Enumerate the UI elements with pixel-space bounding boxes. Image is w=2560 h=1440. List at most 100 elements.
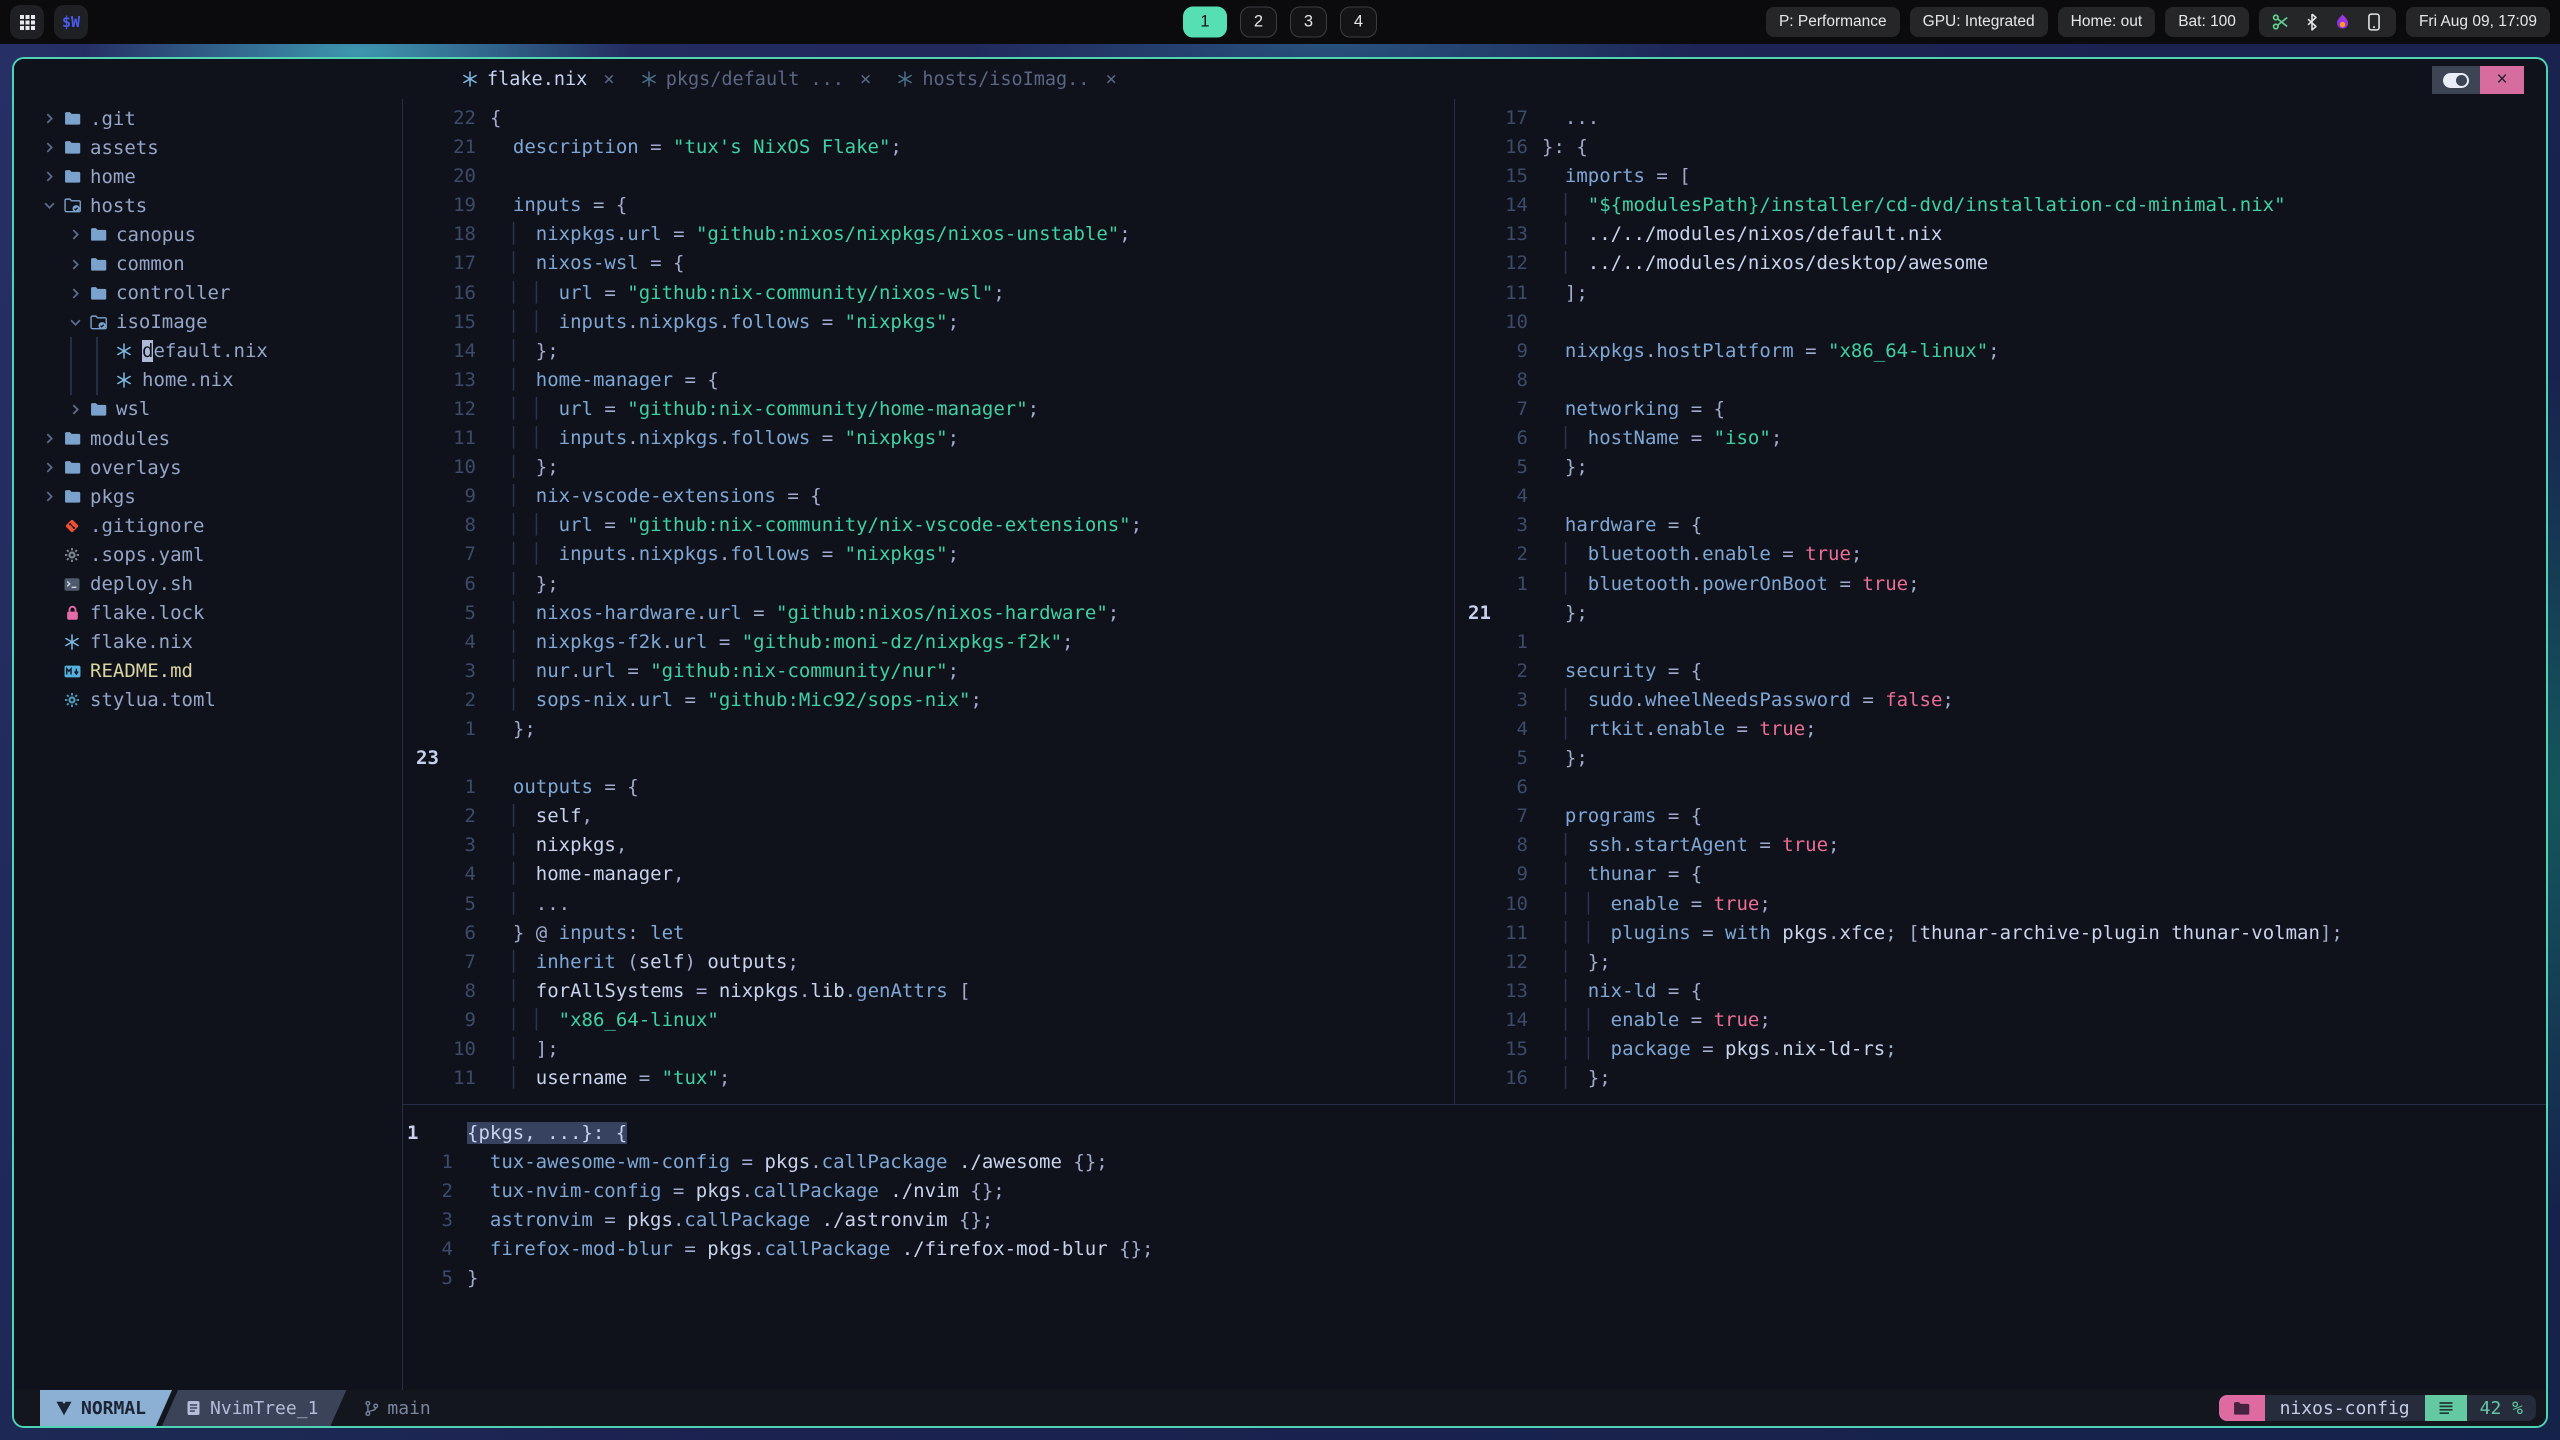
window-separator-vertical-tree[interactable] xyxy=(402,99,403,1394)
window-close-button[interactable]: × xyxy=(2480,66,2524,94)
code-line[interactable]: 9 nixpkgs.hostPlatform = "x86_64-linux"; xyxy=(1455,337,2546,366)
tree-item-default-nix[interactable]: default.nix xyxy=(14,336,402,366)
tree-item-stylua-toml[interactable]: stylua.toml xyxy=(14,686,402,715)
code-line[interactable]: 5 }; xyxy=(1455,453,2546,482)
workspace-button-2[interactable]: 2 xyxy=(1240,6,1277,38)
code-line[interactable]: 5 ▏ ... xyxy=(403,890,1454,919)
code-line[interactable]: 13 ▏ ../../modules/nixos/default.nix xyxy=(1455,220,2546,249)
code-line[interactable]: 15 imports = [ xyxy=(1455,162,2546,191)
code-line[interactable]: 15 ▏ ▏ package = pkgs.nix-ld-rs; xyxy=(1455,1035,2546,1064)
window-separator-vertical-panes[interactable] xyxy=(1454,99,1455,1105)
code-line[interactable]: 11 ▏ username = "tux"; xyxy=(403,1064,1454,1093)
code-line[interactable]: 1 ▏ bluetooth.powerOnBoot = true; xyxy=(1455,570,2546,599)
tree-item-assets[interactable]: assets xyxy=(14,133,402,162)
tree-item-pkgs[interactable]: pkgs xyxy=(14,482,402,511)
code-line[interactable]: 3 ▏ nixpkgs, xyxy=(403,831,1454,860)
code-line[interactable]: 7 networking = { xyxy=(1455,395,2546,424)
code-line[interactable]: 3 astronvim = pkgs.callPackage ./astronv… xyxy=(403,1206,2546,1235)
code-line[interactable]: 16}: { xyxy=(1455,133,2546,162)
workspace-button-1[interactable]: 1 xyxy=(1183,6,1227,38)
code-line[interactable]: 12 ▏ }; xyxy=(1455,948,2546,977)
scissors-icon[interactable] xyxy=(2272,13,2290,31)
app-launcher-button[interactable] xyxy=(10,5,44,39)
tree-item--sops-yaml[interactable]: .sops.yaml xyxy=(14,540,402,569)
code-line[interactable]: 1 outputs = { xyxy=(403,773,1454,802)
tree-item-controller[interactable]: controller xyxy=(14,279,402,308)
tree-item-hosts[interactable]: hosts xyxy=(14,191,402,220)
tree-item-flake-nix[interactable]: flake.nix xyxy=(14,628,402,657)
tree-item-overlays[interactable]: overlays xyxy=(14,453,402,482)
code-line[interactable]: 7 programs = { xyxy=(1455,802,2546,831)
code-line[interactable]: 10 ▏ ]; xyxy=(403,1035,1454,1064)
code-line[interactable]: 2 ▏ sops-nix.url = "github:Mic92/sops-ni… xyxy=(403,686,1454,715)
tree-item-flake-lock[interactable]: flake.lock xyxy=(14,599,402,628)
editor-pane-isoimage-default-nix[interactable]: 17 ... 16}: {15 imports = [14 ▏ "${module… xyxy=(1455,99,2546,1094)
code-line[interactable]: 14 ▏ ▏ enable = true; xyxy=(1455,1006,2546,1035)
code-line[interactable]: 11 ▏ ▏ plugins = with pkgs.xfce; [thunar… xyxy=(1455,919,2546,948)
code-line[interactable]: 22 { xyxy=(403,104,1454,133)
code-line[interactable]: 8 ▏ ▏ url = "github:nix-community/nix-vs… xyxy=(403,511,1454,540)
tree-item-modules[interactable]: modules xyxy=(14,424,402,453)
code-line[interactable]: 9 ▏ thunar = { xyxy=(1455,860,2546,889)
tab-close-icon[interactable]: × xyxy=(860,68,871,90)
code-line[interactable]: 6 } @ inputs: let xyxy=(403,919,1454,948)
code-line[interactable]: 19 inputs = { xyxy=(403,191,1454,220)
window-toggle-button[interactable] xyxy=(2432,66,2480,94)
code-line[interactable]: 2 tux-nvim-config = pkgs.callPackage ./n… xyxy=(403,1177,2546,1206)
editor-pane-pkgs-default-nix[interactable]: 1 {pkgs, ...}: {1 tux-awesome-wm-config =… xyxy=(403,1105,2546,1394)
editor-pane-flake-nix[interactable]: 22{21 description = "tux's NixOS Flake";… xyxy=(403,99,1454,1094)
code-line[interactable]: 1 xyxy=(1455,628,2546,657)
code-line[interactable]: 6 ▏ }; xyxy=(403,570,1454,599)
code-line[interactable]: 5 }; xyxy=(1455,744,2546,773)
code-line[interactable]: 3 hardware = { xyxy=(1455,511,2546,540)
tree-item-wsl[interactable]: wsl xyxy=(14,395,402,424)
tree-item-isoimage[interactable]: isoImage xyxy=(14,308,402,337)
code-line[interactable]: 5 ▏ nixos-hardware.url = "github:nixos/n… xyxy=(403,599,1454,628)
code-line[interactable]: 9 ▏ nix-vscode-extensions = { xyxy=(403,482,1454,511)
code-line[interactable]: 2 ▏ self, xyxy=(403,802,1454,831)
code-line[interactable]: 10 xyxy=(1455,308,2546,337)
code-line[interactable]: 17 ▏ nixos-wsl = { xyxy=(403,249,1454,278)
code-line[interactable]: 9 ▏ ▏ "x86_64-linux" xyxy=(403,1006,1454,1035)
workspace-button-3[interactable]: 3 xyxy=(1290,6,1327,38)
phone-icon[interactable] xyxy=(2365,13,2383,31)
tree-item-canopus[interactable]: canopus xyxy=(14,220,402,249)
code-line[interactable]: 2 security = { xyxy=(1455,657,2546,686)
code-line[interactable]: 1 {pkgs, ...}: { xyxy=(403,1119,2546,1148)
code-line[interactable]: 3 ▏ nur.url = "github:nix-community/nur"… xyxy=(403,657,1454,686)
code-line[interactable]: 16 ▏ }; xyxy=(1455,1064,2546,1093)
code-line[interactable]: 13 ▏ home-manager = { xyxy=(403,366,1454,395)
status-badge[interactable]: Home: out xyxy=(2057,7,2156,37)
code-line[interactable]: 4 xyxy=(1455,482,2546,511)
code-line[interactable]: 14 ▏ "${modulesPath}/installer/cd-dvd/in… xyxy=(1455,191,2546,220)
status-badge[interactable]: P: Performance xyxy=(1765,7,1900,37)
code-line[interactable]: 10 ▏ ▏ enable = true; xyxy=(1455,890,2546,919)
code-line[interactable]: 20 xyxy=(403,162,1454,191)
buffer-tab[interactable]: flake.nix × xyxy=(462,68,615,90)
code-line[interactable]: 16 ▏ ▏ url = "github:nix-community/nixos… xyxy=(403,279,1454,308)
git-branch-segment[interactable]: main xyxy=(364,1390,431,1426)
tree-item--git[interactable]: .git xyxy=(14,104,402,133)
status-badge[interactable]: GPU: Integrated xyxy=(1909,7,2048,37)
code-line[interactable]: 14 ▏ }; xyxy=(403,337,1454,366)
code-line[interactable]: 6 ▏ hostName = "iso"; xyxy=(1455,424,2546,453)
code-line[interactable]: 6 xyxy=(1455,773,2546,802)
tree-item--gitignore[interactable]: .gitignore xyxy=(14,511,402,540)
code-line[interactable]: 11 ▏ ▏ inputs.nixpkgs.follows = "nixpkgs… xyxy=(403,424,1454,453)
code-line[interactable]: 4 ▏ rtkit.enable = true; xyxy=(1455,715,2546,744)
clock[interactable]: Fri Aug 09, 17:09 xyxy=(2405,7,2550,37)
code-line[interactable]: 18 ▏ nixpkgs.url = "github:nixos/nixpkgs… xyxy=(403,220,1454,249)
awesome-wm-logo[interactable]: $W xyxy=(54,5,88,39)
tab-close-icon[interactable]: × xyxy=(1105,68,1116,90)
code-line[interactable]: 4 ▏ home-manager, xyxy=(403,860,1454,889)
tree-item-home-nix[interactable]: home.nix xyxy=(14,365,402,395)
code-line[interactable]: 11 ]; xyxy=(1455,279,2546,308)
flame-icon[interactable] xyxy=(2334,13,2352,31)
code-line[interactable]: 4 ▏ nixpkgs-f2k.url = "github:moni-dz/ni… xyxy=(403,628,1454,657)
code-line[interactable]: 13 ▏ nix-ld = { xyxy=(1455,977,2546,1006)
code-line[interactable]: 10 ▏ }; xyxy=(403,453,1454,482)
tree-item-readme-md[interactable]: README.md xyxy=(14,657,402,686)
code-line[interactable]: 8 xyxy=(1455,366,2546,395)
code-line[interactable]: 1 }; xyxy=(403,715,1454,744)
workspace-button-4[interactable]: 4 xyxy=(1340,6,1377,38)
